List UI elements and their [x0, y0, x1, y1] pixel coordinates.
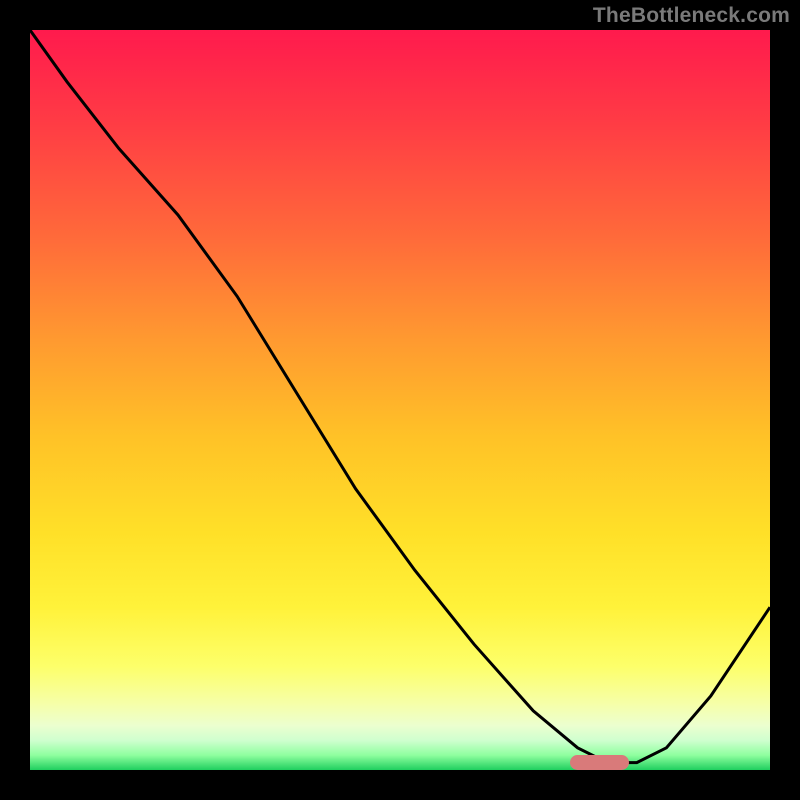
watermark-text: TheBottleneck.com	[593, 4, 790, 28]
bottleneck-curve	[30, 30, 770, 770]
optimal-range-marker	[570, 755, 629, 770]
chart-frame: TheBottleneck.com	[0, 0, 800, 800]
plot-area	[30, 30, 770, 770]
curve-path	[30, 30, 770, 763]
